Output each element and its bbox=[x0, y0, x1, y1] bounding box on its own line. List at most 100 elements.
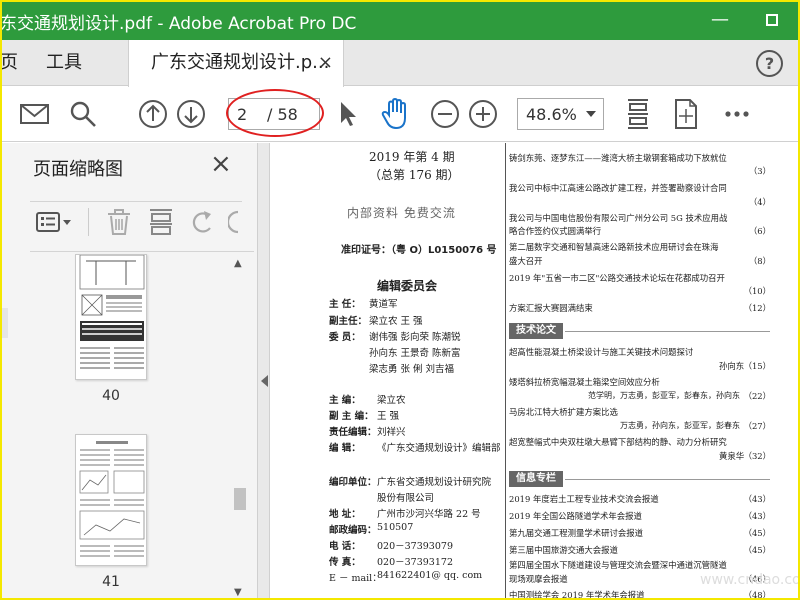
collapse-arrow-icon[interactable] bbox=[261, 375, 268, 387]
options-list-icon bbox=[36, 212, 71, 232]
toc-page: （43） bbox=[743, 511, 771, 521]
help-icon[interactable]: ? bbox=[756, 50, 783, 77]
insert-page-button[interactable] bbox=[148, 208, 174, 240]
zoom-out-button[interactable] bbox=[428, 95, 462, 133]
toc-page: （10） bbox=[743, 286, 771, 296]
internal-note: 内部资料 免费交流 bbox=[347, 206, 456, 220]
permit-number: 准印证号：（粤 O）L0150076 号 bbox=[341, 245, 497, 256]
arrow-up-circle-icon bbox=[139, 100, 167, 128]
panel-close-icon[interactable]: × bbox=[210, 149, 232, 179]
thumbnail-scrollbar[interactable]: ▲ ▼ bbox=[231, 258, 251, 598]
scrollbar-thumb[interactable] bbox=[234, 488, 246, 510]
toc-item: 盛大召开 bbox=[509, 256, 543, 266]
tel-value: 020－37393079 bbox=[377, 541, 453, 552]
paper-title: 超宽整幅式中央双柱墩大悬臂下部结构的静、动力分析研究 bbox=[509, 437, 727, 447]
toc-page: （8） bbox=[748, 256, 771, 266]
page-thumbnail-40[interactable] bbox=[75, 254, 147, 380]
toc-page: （45） bbox=[743, 545, 771, 555]
section-header: 技术论文 bbox=[509, 323, 563, 339]
paper-title: 超高性能混凝土桥梁设计与施工关键技术问题探讨 bbox=[509, 347, 694, 357]
tab-bar: 页 工具 广东交通规划设计.p... × ? bbox=[0, 40, 800, 87]
thumbnail-list: 40 41 bbox=[30, 251, 254, 600]
search-icon bbox=[70, 101, 96, 127]
thumbnail-options-button[interactable] bbox=[36, 211, 72, 237]
select-tool-button[interactable] bbox=[336, 95, 360, 133]
page-thumbnails-panel: 页面缩略图 × 40 41 ▲ ▼ bbox=[0, 143, 258, 600]
email-button[interactable] bbox=[18, 95, 52, 133]
toc-page: （48） bbox=[743, 590, 771, 600]
toc-page: （3） bbox=[748, 166, 771, 176]
toc-page: （32） bbox=[743, 451, 771, 461]
next-page-button[interactable] bbox=[174, 95, 208, 133]
tab-home[interactable]: 页 bbox=[0, 40, 30, 86]
fit-page-button[interactable] bbox=[622, 95, 654, 133]
info-item: 第四届全国水下隧道建设与管理交流会暨深中通道沉管隧道 bbox=[509, 560, 727, 570]
toc-page: （12） bbox=[743, 303, 771, 313]
undo-button[interactable] bbox=[190, 208, 216, 240]
paper-title: 矮塔斜拉桥宽幅混凝土箱梁空间效应分析 bbox=[509, 377, 660, 387]
paper-author: 范学明，万志勇，彭亚军，彭春东，孙向东 bbox=[588, 391, 740, 400]
watermark-text: www.cndao.com bbox=[700, 572, 800, 588]
scroll-up-icon[interactable]: ▲ bbox=[234, 258, 242, 269]
members-row: 谢伟强 彭向荣 陈潮锐 bbox=[369, 332, 461, 343]
org-line2: 股份有限公司 bbox=[377, 493, 435, 504]
zoom-in-button[interactable] bbox=[466, 95, 500, 133]
paper-title: 马房北江特大桥扩建方案比选 bbox=[509, 407, 618, 417]
more-dots-icon bbox=[725, 111, 749, 117]
plus-circle-icon bbox=[469, 100, 497, 128]
rotate-right-icon bbox=[228, 210, 239, 234]
toc-page: （15） bbox=[743, 361, 771, 371]
editing-value: 《广东交通规划设计》编辑部 bbox=[377, 443, 501, 454]
section-header: 信息专栏 bbox=[509, 471, 563, 487]
delete-page-button[interactable] bbox=[106, 208, 132, 240]
toc-page: （45） bbox=[743, 528, 771, 538]
search-button[interactable] bbox=[66, 95, 100, 133]
toolbar-divider bbox=[88, 208, 89, 236]
redo-button[interactable] bbox=[228, 208, 242, 240]
email-label: E － mail： bbox=[329, 573, 382, 584]
toc-item: 2019 年"五省一市二区"公路交通技术论坛在花都成功召开 bbox=[509, 273, 725, 283]
panel-splitter[interactable] bbox=[258, 143, 270, 600]
arrow-down-circle-icon bbox=[177, 100, 205, 128]
members-label: 委 员： bbox=[329, 332, 361, 343]
toc-page: （22） bbox=[743, 391, 771, 401]
zip-value: 510507 bbox=[377, 522, 414, 533]
toc-page: （43） bbox=[743, 494, 771, 504]
page-preview-graphic bbox=[79, 441, 145, 557]
section-rule bbox=[565, 479, 770, 480]
fit-page-icon bbox=[628, 99, 648, 129]
tab-tools[interactable]: 工具 bbox=[46, 40, 82, 86]
tab-document[interactable]: 广东交通规划设计.p... × bbox=[128, 40, 344, 87]
full-screen-button[interactable] bbox=[670, 95, 702, 133]
info-item: 中国测绘学会 2019 年学术年会报道 bbox=[509, 590, 645, 600]
thumbnail-label-41: 41 bbox=[102, 574, 120, 590]
resp-editor-value: 刘祥兴 bbox=[377, 427, 406, 438]
panel-edge-handle[interactable] bbox=[0, 308, 8, 338]
maximize-icon bbox=[766, 14, 778, 26]
tel-label: 电 话： bbox=[329, 541, 361, 552]
issue-number: 2019 年第 4 期 bbox=[369, 150, 455, 164]
maximize-button[interactable] bbox=[752, 6, 792, 34]
window-title: 东交通规划设计.pdf - Adobe Acrobat Pro DC bbox=[0, 14, 357, 34]
page-thumbnail-41[interactable] bbox=[75, 434, 147, 566]
zoom-select[interactable]: 48.6% bbox=[517, 98, 604, 130]
thumbnail-label-40: 40 bbox=[102, 388, 120, 404]
panel-title: 页面缩略图 bbox=[33, 159, 123, 180]
scroll-down-icon[interactable]: ▼ bbox=[234, 587, 242, 598]
address-label: 地 址： bbox=[329, 509, 361, 520]
previous-page-button[interactable] bbox=[136, 95, 170, 133]
insert-page-icon bbox=[150, 209, 172, 235]
hand-tool-button[interactable] bbox=[378, 95, 414, 133]
minimize-button[interactable]: — bbox=[700, 6, 740, 34]
toolbar: 2 / 58 48.6% bbox=[0, 87, 800, 142]
cursor-arrow-icon bbox=[341, 102, 356, 126]
zip-label: 邮政编码： bbox=[329, 525, 377, 536]
vice-editor-value: 王 强 bbox=[377, 411, 400, 422]
more-tools-button[interactable] bbox=[722, 95, 752, 133]
vice-director-label: 副主任： bbox=[329, 316, 368, 327]
toc-item: 略合作签约仪式圆满举行 bbox=[509, 226, 602, 236]
total-issue: （总第 176 期） bbox=[369, 168, 460, 182]
page-preview-graphic bbox=[79, 255, 145, 369]
vice-director-value: 梁立农 王 强 bbox=[369, 316, 423, 327]
tab-close-icon[interactable]: × bbox=[318, 40, 333, 86]
